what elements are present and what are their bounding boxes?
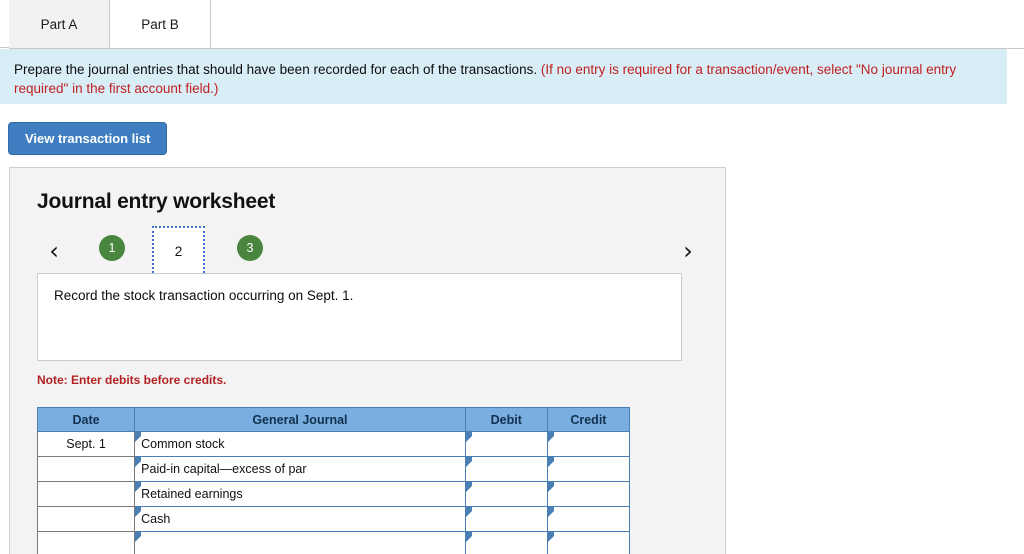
table-header-row: Date General Journal Debit Credit xyxy=(36,407,631,432)
cell-account-select[interactable]: Retained earnings xyxy=(134,481,466,507)
dropdown-marker-icon xyxy=(547,507,554,517)
dropdown-marker-icon xyxy=(465,457,472,467)
tab-part-b[interactable]: Part B xyxy=(110,0,211,49)
cell-debit-input[interactable] xyxy=(464,506,548,532)
dropdown-marker-icon xyxy=(547,457,554,467)
dropdown-marker-icon xyxy=(547,432,554,442)
cell-account-select[interactable]: Cash xyxy=(134,506,466,532)
instruction-banner: Prepare the journal entries that should … xyxy=(0,49,1007,104)
tab-part-a-label: Part A xyxy=(40,16,78,32)
cell-debit-input[interactable] xyxy=(464,431,548,457)
tab-strip-filler xyxy=(211,0,1024,49)
cell-credit-input[interactable] xyxy=(546,481,631,507)
journal-entry-worksheet-panel: Journal entry worksheet ‹ 1 2 3 › Record… xyxy=(9,167,726,554)
cell-account-value: Retained earnings xyxy=(141,487,243,501)
cell-credit-input[interactable] xyxy=(546,456,631,482)
view-transaction-list-button[interactable]: View transaction list xyxy=(8,122,168,155)
cell-account-select[interactable] xyxy=(134,531,466,554)
cell-account-value: Paid-in capital—excess of par xyxy=(141,462,307,476)
cell-date[interactable]: Sept. 1 xyxy=(36,431,136,457)
debits-before-credits-note: Note: Enter debits before credits. xyxy=(37,373,227,387)
pager-step-2-active[interactable]: 2 xyxy=(152,226,205,277)
journal-entry-table-body: Sept. 1 Common stock Paid-in capital—exc… xyxy=(36,431,631,554)
column-header-date: Date xyxy=(36,407,136,432)
table-row: Cash xyxy=(36,506,631,532)
cell-credit-input[interactable] xyxy=(546,506,631,532)
tab-part-a[interactable]: Part A xyxy=(9,0,110,49)
dropdown-marker-icon xyxy=(135,482,142,492)
table-row: Sept. 1 Common stock xyxy=(36,431,631,457)
page-title: Journal entry worksheet xyxy=(37,190,276,213)
dropdown-marker-icon xyxy=(547,482,554,492)
cell-account-value: Common stock xyxy=(141,437,225,451)
cell-date[interactable] xyxy=(36,506,136,532)
column-header-general-journal: General Journal xyxy=(134,407,466,432)
table-row: Retained earnings xyxy=(36,481,631,507)
table-row xyxy=(36,531,631,554)
cell-account-value: Cash xyxy=(141,512,171,526)
cell-credit-input[interactable] xyxy=(546,531,631,554)
transaction-prompt-text: Record the stock transaction occurring o… xyxy=(54,288,354,303)
dropdown-marker-icon xyxy=(135,457,142,467)
dropdown-marker-icon xyxy=(135,532,142,542)
cell-date[interactable] xyxy=(36,481,136,507)
cell-debit-input[interactable] xyxy=(464,531,548,554)
column-header-debit: Debit xyxy=(464,407,548,432)
dropdown-marker-icon xyxy=(547,532,554,542)
dropdown-marker-icon xyxy=(465,532,472,542)
tab-strip: Part A Part B xyxy=(0,0,1024,49)
dropdown-marker-icon xyxy=(135,507,142,517)
instruction-main-text: Prepare the journal entries that should … xyxy=(14,62,538,77)
dropdown-marker-icon xyxy=(465,482,472,492)
cell-date[interactable] xyxy=(36,531,136,554)
cell-debit-input[interactable] xyxy=(464,456,548,482)
dropdown-marker-icon xyxy=(465,432,472,442)
chevron-left-icon[interactable]: ‹ xyxy=(41,235,67,267)
transaction-prompt-box: Record the stock transaction occurring o… xyxy=(37,273,682,361)
column-header-credit: Credit xyxy=(546,407,631,432)
dropdown-marker-icon xyxy=(465,507,472,517)
cell-credit-input[interactable] xyxy=(546,431,631,457)
cell-debit-input[interactable] xyxy=(464,481,548,507)
view-transaction-list-label: View transaction list xyxy=(25,131,151,146)
chevron-right-icon[interactable]: › xyxy=(675,235,701,267)
pager-step-1[interactable]: 1 xyxy=(99,235,125,261)
journal-entry-table: Date General Journal Debit Credit Sept. … xyxy=(36,407,631,554)
table-row: Paid-in capital—excess of par xyxy=(36,456,631,482)
pager-step-3[interactable]: 3 xyxy=(237,235,263,261)
cell-date[interactable] xyxy=(36,456,136,482)
cell-account-select[interactable]: Paid-in capital—excess of par xyxy=(134,456,466,482)
cell-account-select[interactable]: Common stock xyxy=(134,431,466,457)
tab-part-b-label: Part B xyxy=(141,16,179,32)
dropdown-marker-icon xyxy=(135,432,142,442)
